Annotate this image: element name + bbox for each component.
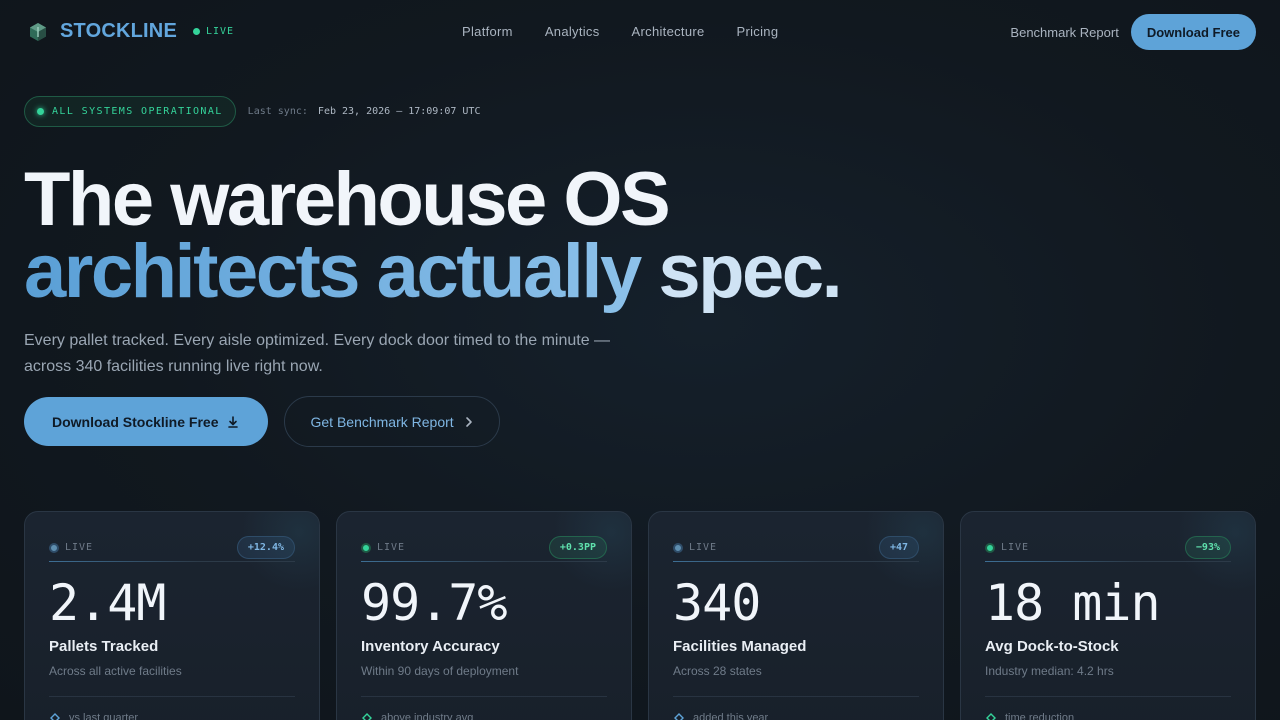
- brand[interactable]: STOCKLINE LIVE: [28, 20, 234, 43]
- last-sync: Last sync: Feb 23, 2026 — 17:09:07 UTC: [248, 106, 481, 117]
- card-footer: above industry avg: [361, 712, 473, 720]
- brand-name: STOCKLINE: [60, 20, 177, 42]
- card-footer-text: time reduction: [1005, 712, 1075, 720]
- stat-description: Industry median: 4.2 hrs: [985, 664, 1114, 678]
- download-free-button[interactable]: Download Free: [1130, 14, 1256, 50]
- nav-links: Platform Analytics Architecture Pricing: [462, 24, 810, 39]
- change-badge: +47: [878, 536, 919, 559]
- change-badge: +0.3PP: [548, 536, 607, 559]
- hero-title-end: spec.: [658, 229, 842, 314]
- download-stockline-label: Download Stockline Free: [52, 413, 219, 430]
- card-divider: [673, 696, 919, 697]
- stat-card-dock-to-stock: LIVE −93% 18 min Avg Dock-to-Stock Indus…: [960, 511, 1256, 720]
- card-live-dot: [49, 542, 59, 553]
- card-divider: [49, 696, 295, 697]
- trend-up-icon: [50, 713, 60, 720]
- change-badge: −93%: [1184, 536, 1231, 559]
- hero-title-highlight: architects actually: [24, 229, 659, 314]
- get-benchmark-report-button[interactable]: Get Benchmark Report: [284, 396, 500, 447]
- hero-title: The warehouse OS architects actually spe…: [24, 157, 843, 310]
- stat-label: Inventory Accuracy: [361, 638, 500, 655]
- stat-cards: LIVE +12.4% 2.4M Pallets Tracked Across …: [24, 511, 1256, 720]
- status-row: ALL SYSTEMS OPERATIONAL Last sync: Feb 2…: [24, 96, 480, 127]
- live-indicator: LIVE: [193, 26, 234, 37]
- stat-description: Across all active facilities: [49, 664, 182, 678]
- stat-value: 2.4M: [49, 574, 166, 632]
- card-live-dot: [361, 542, 371, 553]
- status-dot: [37, 108, 44, 115]
- stat-card-pallets: LIVE +12.4% 2.4M Pallets Tracked Across …: [24, 511, 320, 720]
- card-footer: added this year: [673, 712, 768, 720]
- card-live-indicator: LIVE: [673, 542, 717, 553]
- live-dot: [193, 28, 200, 35]
- card-header-accent: [361, 561, 511, 562]
- trend-up-icon: [674, 713, 684, 720]
- stat-label: Facilities Managed: [673, 638, 807, 655]
- card-live-indicator: LIVE: [985, 542, 1029, 553]
- stat-card-facilities: LIVE +47 340 Facilities Managed Across 2…: [648, 511, 944, 720]
- nav-link-analytics[interactable]: Analytics: [545, 24, 600, 39]
- logo-icon: [30, 22, 46, 41]
- benchmark-report-link[interactable]: Benchmark Report: [1010, 25, 1118, 40]
- download-icon: [228, 415, 239, 428]
- top-nav: STOCKLINE LIVE Platform Analytics Archit…: [0, 0, 1280, 64]
- cta-row: Download Stockline Free Get Benchmark Re…: [24, 396, 500, 447]
- status-text: ALL SYSTEMS OPERATIONAL: [52, 106, 223, 117]
- nav-link-pricing[interactable]: Pricing: [737, 24, 779, 39]
- card-live-label: LIVE: [1001, 542, 1030, 553]
- card-header-accent: [49, 561, 199, 562]
- card-header: LIVE +47: [673, 536, 919, 562]
- nav-link-platform[interactable]: Platform: [462, 24, 513, 39]
- card-header-accent: [985, 561, 1135, 562]
- stat-label: Pallets Tracked: [49, 638, 159, 655]
- card-live-dot: [673, 542, 683, 553]
- card-live-label: LIVE: [689, 542, 718, 553]
- chevron-right-icon: [465, 416, 472, 427]
- hero-subtitle: Every pallet tracked. Every aisle optimi…: [24, 332, 611, 375]
- last-sync-value: Feb 23, 2026 — 17:09:07 UTC: [317, 106, 481, 117]
- card-live-indicator: LIVE: [49, 542, 93, 553]
- change-badge: +12.4%: [236, 536, 295, 559]
- stat-value: 340: [673, 574, 761, 632]
- card-header-accent: [673, 561, 823, 562]
- card-header: LIVE +12.4%: [49, 536, 295, 562]
- card-header: LIVE −93%: [985, 536, 1231, 562]
- card-live-label: LIVE: [65, 542, 94, 553]
- card-live-label: LIVE: [377, 542, 406, 553]
- download-stockline-button[interactable]: Download Stockline Free: [24, 397, 269, 446]
- stat-card-accuracy: LIVE +0.3PP 99.7% Inventory Accuracy Wit…: [336, 511, 632, 720]
- last-sync-label: Last sync:: [247, 106, 308, 117]
- live-label: LIVE: [206, 26, 235, 37]
- hero-title-line2: architects actually spec.: [24, 234, 843, 310]
- nav-actions: Benchmark Report Download Free: [1010, 14, 1256, 50]
- trend-down-icon: [986, 713, 996, 720]
- get-benchmark-report-label: Get Benchmark Report: [310, 413, 454, 430]
- card-divider: [985, 696, 1231, 697]
- stat-description: Within 90 days of deployment: [361, 664, 519, 678]
- stat-label: Avg Dock-to-Stock: [985, 638, 1119, 655]
- card-live-dot: [985, 542, 995, 553]
- card-live-indicator: LIVE: [361, 542, 405, 553]
- stat-value: 18 min: [985, 574, 1161, 632]
- card-footer: vs last quarter: [49, 712, 138, 720]
- card-footer-text: vs last quarter: [69, 712, 139, 720]
- card-header: LIVE +0.3PP: [361, 536, 607, 562]
- card-footer-text: added this year: [693, 712, 769, 720]
- stat-value: 99.7%: [361, 574, 508, 632]
- card-footer: time reduction: [985, 712, 1074, 720]
- nav-link-architecture[interactable]: Architecture: [632, 24, 705, 39]
- trend-up-icon: [362, 713, 372, 720]
- stat-description: Across 28 states: [673, 664, 762, 678]
- card-footer-text: above industry avg: [381, 712, 474, 720]
- status-badge: ALL SYSTEMS OPERATIONAL: [24, 96, 236, 127]
- card-divider: [361, 696, 607, 697]
- hero-title-line1: The warehouse OS: [24, 157, 671, 242]
